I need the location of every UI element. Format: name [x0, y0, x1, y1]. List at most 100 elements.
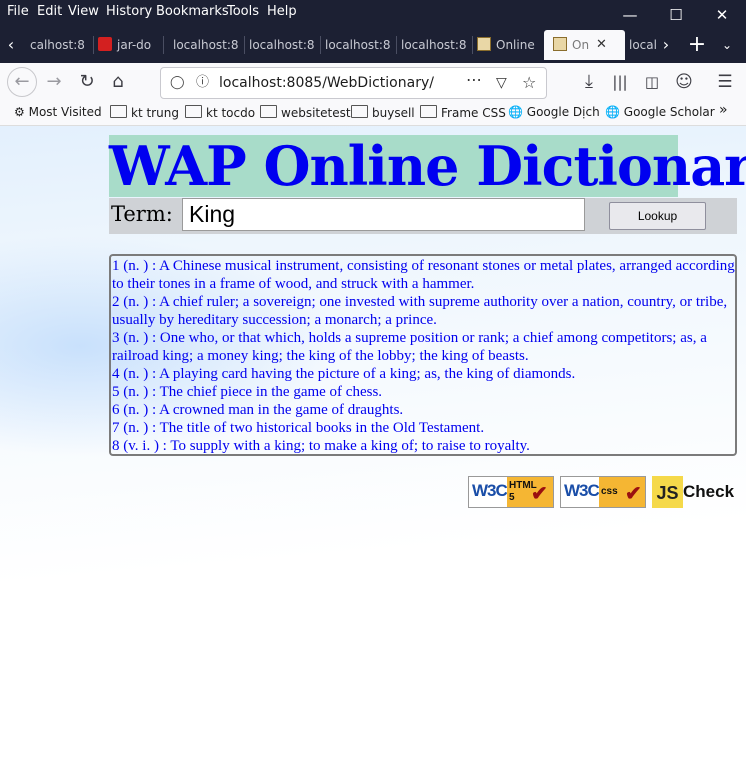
tab-label: Online	[496, 38, 535, 52]
js-logo: JS	[652, 476, 683, 508]
bookmark-label: kt tocdo	[206, 106, 256, 120]
bookmark-google-dich[interactable]: 🌐 Google Dịch	[508, 105, 600, 119]
bookmark-buysell[interactable]: buysell	[351, 105, 415, 120]
home-icon[interactable]: ⌂	[103, 67, 133, 97]
globe-icon: 🌐	[508, 105, 523, 119]
definition-item: 6 (n. ) : A crowned man in the game of d…	[112, 402, 404, 418]
bookmark-label: Frame CSS	[441, 106, 506, 120]
w3c-html5-badge[interactable]: W3C HTML 5 ✔	[468, 476, 554, 508]
checkmark-icon: ✔	[531, 483, 548, 505]
tab-2[interactable]: jar-do	[94, 30, 164, 60]
account-icon[interactable]: ☺	[669, 67, 699, 97]
tabs-scroll-left-icon[interactable]: ‹	[0, 30, 22, 60]
bookmark-label: websitetest	[281, 106, 351, 120]
search-row: Term: Lookup	[109, 198, 737, 234]
w3c-logo: W3C	[472, 481, 508, 500]
tab-label: localhost:8	[325, 38, 391, 52]
bookmark-label: kt trung	[131, 106, 179, 120]
menu-edit[interactable]: Edit	[37, 4, 62, 19]
tab-5[interactable]: localhost:8	[316, 30, 397, 60]
page-viewport: WAP Online Dictionary Term: Lookup 1 (n.…	[0, 126, 746, 769]
menu-help[interactable]: Help	[267, 4, 297, 19]
definition-item: 4 (n. ) : A playing card having the pict…	[112, 366, 576, 382]
tab-label: On	[572, 38, 590, 52]
globe-icon: 🌐	[605, 105, 620, 119]
term-label: Term:	[111, 202, 173, 226]
library-icon[interactable]: |||	[605, 67, 635, 97]
badge-html-version: 5	[509, 492, 515, 503]
tab-6[interactable]: localhost:8	[392, 30, 473, 60]
sidebar-icon[interactable]: ◫	[637, 67, 667, 97]
definitions-box: 1 (n. ) : A Chinese musical instrument, …	[109, 254, 737, 456]
menu-history[interactable]: History	[106, 4, 152, 19]
definition-item: 1 (n. ) : A Chinese musical instrument, …	[112, 258, 735, 292]
w3c-css-badge[interactable]: W3C css ✔	[560, 476, 646, 508]
url-bar[interactable]: ◯ ⓘ localhost:8085/WebDictionary/ ⋯ ▽ ☆	[160, 67, 547, 99]
checkmark-icon: ✔	[625, 483, 642, 505]
menu-bar: File Edit View History Bookmarks Tools H…	[0, 0, 746, 24]
bookmark-label: buysell	[372, 106, 415, 120]
bookmark-kt-trung[interactable]: kt trung	[110, 105, 179, 120]
menu-tools[interactable]: Tools	[227, 4, 259, 19]
page-title: WAP Online Dictionary	[109, 134, 746, 198]
definition-item: 2 (n. ) : A chief ruler; a sovereign; on…	[112, 294, 728, 328]
info-icon[interactable]: ⓘ	[196, 68, 209, 98]
definition-item: 3 (n. ) : One who, or that which, holds …	[112, 330, 707, 364]
back-arrow-icon[interactable]: ←	[7, 67, 37, 97]
menu-file[interactable]: File	[7, 4, 29, 19]
menu-view[interactable]: View	[68, 4, 99, 19]
tab-label: localhost:8	[401, 38, 467, 52]
more-bookmarks-icon[interactable]: »	[719, 102, 728, 118]
tab-7[interactable]: Online	[468, 30, 549, 60]
shield-icon[interactable]: ◯	[170, 68, 185, 98]
bookmark-google-scholar[interactable]: 🌐 Google Scholar	[605, 105, 715, 119]
bookmark-label: Google Dịch	[526, 105, 600, 119]
folder-icon	[110, 105, 127, 118]
tab-1[interactable]: calhost:8	[22, 30, 94, 60]
jscheck-badge[interactable]: JS Check	[652, 476, 740, 508]
tab-strip: ‹ calhost:8 jar-do localhost:8 localhost…	[0, 24, 746, 63]
tab-label: calhost:8	[30, 38, 85, 52]
page-actions-icon[interactable]: ⋯	[466, 65, 482, 95]
tab-3[interactable]: localhost:8	[164, 30, 245, 60]
folder-icon	[185, 105, 202, 118]
tab-4[interactable]: localhost:8	[240, 30, 321, 60]
bookmark-kt-tocdo[interactable]: kt tocdo	[185, 105, 255, 120]
folder-icon	[260, 105, 277, 118]
bookmark-star-icon[interactable]: ☆	[522, 68, 536, 98]
bookmark-most-visited[interactable]: ⚙ Most Visited	[14, 105, 102, 119]
new-tab-icon[interactable]: +	[684, 30, 710, 60]
badge-css-label: css	[601, 486, 618, 497]
hamburger-menu-icon[interactable]: ☰	[710, 67, 740, 97]
url-text[interactable]: localhost:8085/WebDictionary/	[219, 68, 434, 98]
page-favicon-icon	[477, 37, 491, 51]
validation-badges: W3C HTML 5 ✔ W3C css ✔ JS Check	[0, 476, 746, 510]
w3c-logo: W3C	[564, 481, 600, 500]
term-input[interactable]	[182, 198, 585, 231]
bookmark-label: Most Visited	[28, 105, 102, 119]
tab-label: jar-do	[117, 38, 152, 52]
tab-label: localhost:8	[173, 38, 239, 52]
page-favicon-icon	[553, 37, 567, 51]
pocket-icon[interactable]: ▽	[496, 68, 507, 98]
bookmarks-toolbar: ⚙ Most Visited kt trung kt tocdo website…	[0, 101, 746, 126]
folder-icon	[420, 105, 437, 118]
tabs-scroll-right-icon[interactable]: ›	[656, 30, 676, 60]
menu-bookmarks[interactable]: Bookmarks	[156, 4, 229, 19]
jscheck-label: Check	[683, 482, 735, 501]
download-icon	[98, 37, 112, 51]
navigation-bar: ← → ↻ ⌂ ◯ ⓘ localhost:8085/WebDictionary…	[0, 63, 746, 101]
bookmark-websitetest[interactable]: websitetest	[260, 105, 351, 120]
close-tab-icon[interactable]: ✕	[596, 30, 607, 60]
tab-label: local	[629, 38, 657, 52]
downloads-icon[interactable]: ⤓	[574, 67, 604, 97]
list-tabs-icon[interactable]: ⌄	[714, 30, 740, 60]
lookup-button[interactable]: Lookup	[609, 202, 706, 230]
bookmark-frame-css[interactable]: Frame CSS	[420, 105, 506, 120]
forward-arrow-icon[interactable]: →	[39, 67, 69, 97]
folder-icon	[351, 105, 368, 118]
reload-icon[interactable]: ↻	[72, 67, 102, 97]
definition-item: 7 (n. ) : The title of two historical bo…	[112, 420, 485, 436]
tab-active[interactable]: On ✕	[544, 30, 625, 60]
gear-icon: ⚙	[14, 105, 25, 119]
